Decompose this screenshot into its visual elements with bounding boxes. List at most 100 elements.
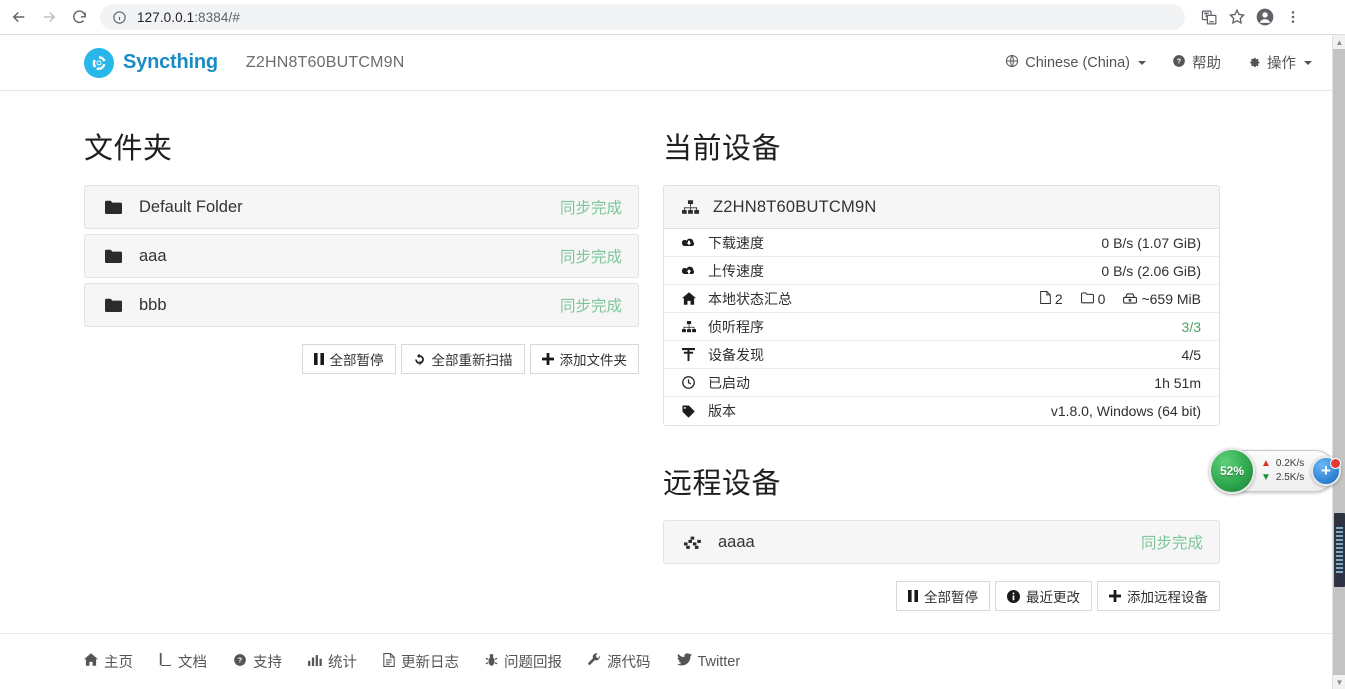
stat-row-local-state: 本地状态汇总 2 0 ~659 MiB [664, 285, 1219, 313]
speed-percent-ring[interactable]: 52% [1209, 448, 1255, 494]
folder-row[interactable]: bbb 同步完成 [84, 283, 639, 327]
folder-status: 同步完成 [559, 249, 622, 266]
file-count-value: 2 [1054, 290, 1063, 307]
bar-chart-icon [308, 653, 322, 670]
scrollbar-thumb[interactable] [1334, 513, 1345, 587]
browser-toolbar: 127.0.0.1:8384/# [0, 0, 1345, 35]
star-icon[interactable] [1223, 3, 1251, 31]
footer-link-source[interactable]: 源代码 [588, 651, 651, 672]
folder-status: 同步完成 [559, 298, 622, 315]
footer-link-changelog[interactable]: 更新日志 [383, 651, 459, 672]
pause-all-devices-label: 全部暂停 [924, 590, 978, 605]
recent-changes-label: 最近更改 [1026, 590, 1080, 605]
stat-label: 版本 [708, 403, 736, 419]
file-icon [1040, 290, 1051, 307]
speed-percent-label: 52% [1219, 464, 1245, 478]
cloud-upload-icon [682, 265, 700, 277]
footer-link-bugs[interactable]: 问题回报 [485, 651, 562, 672]
three-dot-menu-icon[interactable] [1279, 3, 1307, 31]
recent-changes-button[interactable]: 最近更改 [995, 581, 1092, 611]
stat-value-group: 2 0 ~659 MiB [1040, 291, 1201, 307]
help-link[interactable]: ? 帮助 [1172, 52, 1221, 73]
remote-device-actions: 全部暂停 最近更改 添加远程设备 [663, 581, 1220, 611]
plus-icon [541, 353, 554, 365]
chevron-down-icon [1138, 60, 1146, 65]
footer-label: 问题回报 [504, 655, 562, 671]
tag-icon [682, 404, 700, 418]
twitter-icon [676, 653, 692, 670]
rescan-all-button[interactable]: 全部重新扫描 [400, 344, 525, 374]
stat-value: 0 B/s (1.07 GiB) [1101, 234, 1201, 251]
network-speed-widget[interactable]: 52% ▲ 0.2K/s ▼ 2.5K/s + [1209, 448, 1341, 494]
widget-add-button[interactable]: + [1311, 456, 1341, 486]
cloud-download-icon [682, 237, 700, 249]
stat-value: 0 B/s (2.06 GiB) [1101, 262, 1201, 279]
navbar-right-links: Chinese (China) ? 帮助 操作 [1005, 52, 1312, 73]
network-device-icon [684, 535, 706, 550]
url-text: 127.0.0.1:8384/# [137, 10, 240, 25]
stat-row-version: 版本 v1.8.0, Windows (64 bit) [664, 397, 1219, 425]
remote-device-row[interactable]: aaaa 同步完成 [663, 520, 1220, 564]
actions-label: 操作 [1267, 56, 1296, 72]
stat-label: 本地状态汇总 [708, 290, 792, 307]
translate-icon[interactable] [1195, 3, 1223, 31]
pause-icon [908, 590, 918, 602]
devices-column: 当前设备 Z2HN8T60BUTCM9N 下载速度 0 B/s (1.07 Gi… [663, 125, 1220, 611]
footer-link-stats[interactable]: 统计 [308, 651, 357, 672]
stat-label: 上传速度 [708, 262, 764, 279]
plus-icon [1109, 590, 1121, 602]
stat-label: 设备发现 [708, 346, 764, 363]
current-device-header[interactable]: Z2HN8T60BUTCM9N [664, 186, 1219, 229]
actions-menu[interactable]: 操作 [1247, 52, 1312, 73]
reload-icon[interactable] [64, 2, 94, 32]
folders-title: 文件夹 [84, 133, 173, 165]
add-folder-button[interactable]: 添加文件夹 [529, 344, 639, 374]
footer-link-docs[interactable]: 文档 [159, 651, 207, 672]
info-circle-icon[interactable] [112, 10, 127, 25]
folder-name: Default Folder [139, 197, 243, 216]
download-rate-value: 2.5K/s [1275, 472, 1305, 483]
rescan-all-label: 全部重新扫描 [431, 353, 513, 368]
address-bar[interactable]: 127.0.0.1:8384/# [100, 4, 1185, 30]
language-selector[interactable]: Chinese (China) [1005, 54, 1146, 72]
chevron-down-icon [1304, 60, 1312, 65]
remote-devices-title: 远程设备 [663, 468, 782, 500]
footer-link-support[interactable]: ? 支持 [233, 651, 282, 672]
vertical-scrollbar[interactable]: ▲ ▼ [1332, 35, 1345, 689]
folder-count-value: 0 [1097, 290, 1106, 307]
svg-text:?: ? [1177, 56, 1182, 65]
upload-rate: ▲ 0.2K/s [1261, 457, 1304, 471]
pause-all-folders-button[interactable]: 全部暂停 [301, 344, 396, 374]
page-footer: 主页 文档 ? 支持 统计 更新日志 问题回报 源代码 Twitter [0, 633, 1332, 689]
folder-row[interactable]: Default Folder 同步完成 [84, 185, 639, 229]
browser-actions [1195, 3, 1307, 31]
pause-icon [313, 353, 324, 365]
url-path: :8384/# [194, 9, 240, 25]
footer-link-home[interactable]: 主页 [84, 651, 133, 672]
scroll-down-arrow-icon[interactable]: ▼ [1333, 675, 1345, 689]
scroll-up-arrow-icon[interactable]: ▲ [1333, 35, 1345, 49]
stat-row-upload: 上传速度 0 B/s (2.06 GiB) [664, 257, 1219, 285]
file-count: 2 [1040, 291, 1063, 307]
add-folder-label: 添加文件夹 [559, 353, 628, 368]
arrow-right-icon[interactable] [34, 2, 64, 32]
add-remote-device-button[interactable]: 添加远程设备 [1097, 581, 1220, 611]
home-icon [84, 653, 98, 670]
pause-all-devices-button[interactable]: 全部暂停 [896, 581, 990, 611]
stat-value: 3/3 [1181, 318, 1201, 335]
sitemap-icon [682, 199, 699, 215]
stat-row-discovery: 设备发现 4/5 [664, 341, 1219, 369]
folder-status: 同步完成 [559, 200, 622, 217]
folder-row[interactable]: aaa 同步完成 [84, 234, 639, 278]
folder-name: aaa [139, 246, 167, 265]
speed-rates: ▲ 0.2K/s ▼ 2.5K/s [1261, 457, 1304, 485]
globe-icon [1005, 54, 1019, 72]
rss-icon [682, 348, 700, 361]
footer-label: 文档 [178, 655, 207, 671]
brand-logo[interactable]: Syncthing [84, 47, 218, 78]
footer-link-twitter[interactable]: Twitter [676, 653, 740, 670]
add-remote-device-label: 添加远程设备 [1127, 590, 1208, 605]
profile-avatar-icon[interactable] [1251, 3, 1279, 31]
stat-value: 1h 51m [1154, 374, 1201, 391]
arrow-left-icon[interactable] [4, 2, 34, 32]
